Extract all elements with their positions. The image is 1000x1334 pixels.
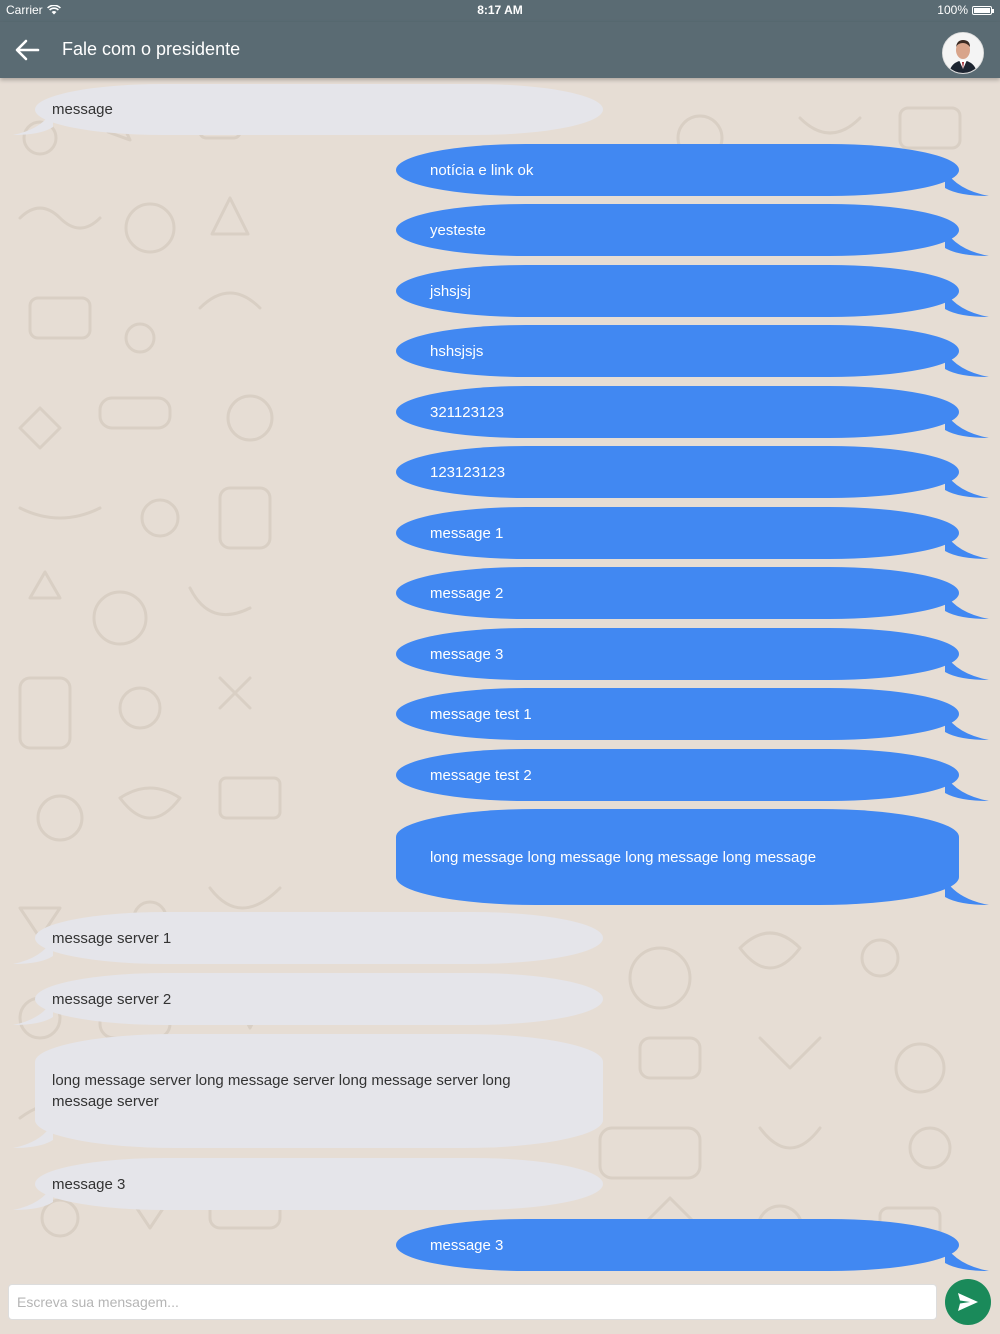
bubble-tail — [945, 714, 989, 740]
message-text: 123123123 — [430, 463, 506, 481]
bubble-tail — [13, 1122, 53, 1148]
composer-bar — [0, 1279, 1000, 1334]
message-text: hshsjsjs — [430, 342, 484, 360]
outgoing-message-bubble[interactable]: yesteste — [396, 204, 989, 256]
bubble-tail — [945, 533, 989, 559]
message-text: message 2 — [430, 584, 504, 602]
message-text: message server 1 — [52, 929, 172, 947]
message-text: 321123123 — [430, 403, 504, 421]
outgoing-message-bubble[interactable]: message test 2 — [396, 749, 989, 801]
avatar[interactable] — [942, 32, 984, 74]
message-text: long message long message long message l… — [430, 848, 817, 866]
send-icon — [958, 1293, 978, 1311]
incoming-message-bubble[interactable]: long message server long message server … — [13, 1034, 603, 1148]
incoming-message-bubble[interactable]: message 3 — [13, 1158, 603, 1210]
message-text: jshsjsj — [430, 282, 471, 300]
send-button[interactable] — [945, 1279, 991, 1325]
message-input[interactable] — [8, 1284, 937, 1320]
back-button[interactable] — [12, 36, 44, 64]
outgoing-message-bubble[interactable]: message test 1 — [396, 688, 989, 740]
president-avatar-icon — [943, 33, 983, 73]
incoming-message-bubble[interactable]: message — [13, 84, 603, 135]
bubble-tail — [945, 654, 989, 680]
app-header: Fale com o presidente — [0, 22, 1000, 78]
bubble-tail — [13, 1184, 53, 1210]
bubble-tail — [945, 1245, 989, 1271]
page-title: Fale com o presidente — [62, 39, 241, 59]
bubble-tail — [945, 472, 989, 498]
arrow-left-icon — [15, 39, 40, 61]
message-text: message 3 — [52, 1175, 126, 1193]
outgoing-message-bubble[interactable]: jshsjsj — [396, 265, 989, 317]
bubble-tail — [945, 291, 989, 317]
bubble-tail — [945, 775, 989, 801]
message-text: message 1 — [430, 524, 504, 542]
bubble-tail — [13, 938, 53, 964]
clock: 8:17 AM — [477, 3, 523, 17]
message-text: message test 2 — [430, 766, 532, 784]
message-text: message test 1 — [430, 705, 532, 723]
bubble-tail — [945, 593, 989, 619]
bubble-tail — [945, 351, 989, 377]
outgoing-message-bubble[interactable]: notícia e link ok — [396, 144, 989, 196]
outgoing-message-bubble[interactable]: message 2 — [396, 567, 989, 619]
bubble-tail — [945, 230, 989, 256]
bubble-tail — [945, 170, 989, 196]
message-text: long message server long message server … — [52, 1072, 511, 1110]
outgoing-message-bubble[interactable]: long message long message long message l… — [396, 809, 989, 905]
message-text: yesteste — [430, 221, 486, 239]
battery-indicator: 100% — [937, 3, 994, 17]
incoming-message-bubble[interactable]: message server 1 — [13, 912, 603, 964]
incoming-message-bubble[interactable]: message server 2 — [13, 973, 603, 1025]
message-text: message server 2 — [52, 990, 172, 1008]
status-bar: Carrier 8:17 AM 100% — [0, 0, 1000, 22]
message-text: message — [52, 101, 113, 118]
bubble-tail — [13, 109, 53, 135]
outgoing-message-bubble[interactable]: message 1 — [396, 507, 989, 559]
bubble-tail — [945, 879, 989, 905]
message-text: message 3 — [430, 645, 504, 663]
outgoing-message-bubble[interactable]: hshsjsjs — [396, 325, 989, 377]
bubble-tail — [945, 412, 989, 438]
bubble-tail — [13, 999, 53, 1025]
outgoing-message-bubble[interactable]: message 3 — [396, 1219, 989, 1271]
outgoing-message-bubble[interactable]: 123123123 — [396, 446, 989, 498]
message-text: notícia e link ok — [430, 161, 534, 179]
outgoing-message-bubble[interactable]: 321123123 — [396, 386, 989, 438]
message-text: message 3 — [430, 1236, 504, 1254]
battery-icon — [972, 5, 994, 15]
battery-percent: 100% — [937, 3, 968, 17]
outgoing-message-bubble[interactable]: message 3 — [396, 628, 989, 680]
